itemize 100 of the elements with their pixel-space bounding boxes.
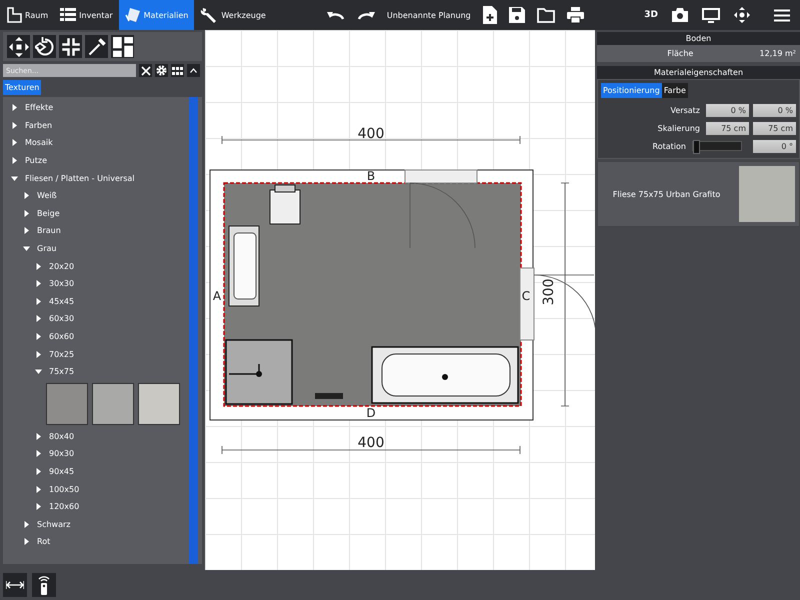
save-icon[interactable] [508, 7, 525, 23]
tile-texture-swatch[interactable] [92, 382, 134, 424]
caret-icon[interactable] [35, 315, 42, 322]
caret-icon[interactable] [35, 503, 42, 510]
caret-up-icon [190, 68, 197, 73]
caret-icon[interactable] [11, 174, 18, 182]
caret-icon[interactable] [35, 468, 42, 475]
tile-texture-swatch[interactable] [46, 382, 88, 424]
clear-search-button[interactable] [139, 64, 152, 77]
tree-item[interactable]: 75x75 [49, 367, 74, 376]
tree-item[interactable]: 30x30 [49, 279, 74, 288]
wall-label: D [366, 406, 376, 420]
tree-item[interactable]: 100x50 [49, 484, 80, 494]
main-tab[interactable]: Inventar [54, 0, 119, 30]
dimension-label: 400 [358, 126, 384, 142]
area-label: Fläche [666, 49, 694, 58]
property-tab[interactable]: Positionierung [601, 83, 662, 98]
material-swatch [739, 166, 795, 222]
eyedropper-tool-button[interactable] [85, 35, 108, 58]
texture-tab[interactable]: Texturen [3, 80, 42, 95]
shrink-tool-button[interactable] [59, 35, 82, 58]
caret-icon[interactable] [11, 104, 18, 112]
tree-item[interactable]: Farben [25, 120, 52, 130]
caret-icon[interactable] [23, 192, 30, 200]
tree-item[interactable]: Grau [37, 244, 56, 254]
drawing-canvas[interactable]: 400 400 300 A B C D [205, 30, 595, 570]
tile-texture-swatch[interactable] [138, 382, 180, 424]
caret-icon[interactable] [35, 262, 42, 270]
tree-item[interactable]: 20x20 [49, 262, 74, 271]
tree-item[interactable]: 45x45 [49, 296, 74, 306]
redo-icon[interactable] [356, 9, 375, 21]
caret-icon[interactable] [23, 210, 30, 217]
main-tab[interactable]: Raum [0, 0, 54, 30]
layout-tool-button[interactable] [111, 35, 134, 58]
tree-item[interactable]: Rot [37, 537, 50, 546]
tree-item[interactable]: 80x40 [49, 432, 74, 441]
caret-icon[interactable] [23, 520, 30, 528]
tree-item[interactable]: Weiß [37, 191, 57, 200]
tree-item[interactable]: 60x60 [49, 332, 74, 342]
caret-icon[interactable] [35, 432, 42, 440]
value-field[interactable]: 75 cm [753, 122, 796, 134]
list-icon [60, 8, 76, 22]
tree-item[interactable]: 60x30 [49, 314, 74, 324]
print-icon[interactable] [566, 7, 584, 23]
value-field[interactable]: 75 cm [706, 122, 749, 134]
caret-icon[interactable] [23, 227, 30, 234]
caret-icon[interactable] [35, 350, 42, 358]
tree-item[interactable]: 70x25 [49, 350, 74, 359]
caret-icon[interactable] [11, 139, 18, 146]
move-tool-button[interactable] [7, 35, 30, 58]
value-field[interactable]: 0 % [753, 104, 796, 116]
caret-icon[interactable] [35, 333, 42, 340]
caret-icon[interactable] [35, 486, 42, 493]
grid-view-button[interactable] [171, 64, 184, 77]
caret-icon[interactable] [35, 450, 42, 458]
camera-icon[interactable] [672, 8, 688, 22]
tree-item[interactable]: Fliesen / Platten - Universal [25, 174, 134, 183]
measure-button[interactable] [3, 573, 27, 597]
new-document-icon[interactable] [482, 6, 497, 24]
tree-item[interactable]: 120x60 [49, 502, 80, 512]
tiles-icon [124, 7, 141, 23]
property-label: Versatz [670, 106, 700, 114]
remote-button[interactable] [32, 573, 56, 597]
collapse-button[interactable] [187, 64, 200, 77]
value-field[interactable]: 0 % [706, 104, 749, 116]
tree-item[interactable]: 90x30 [49, 449, 74, 458]
tree-item[interactable]: Schwarz [37, 520, 70, 529]
rotation-slider[interactable] [692, 141, 742, 151]
tree-item[interactable]: Mosaik [25, 138, 53, 148]
caret-icon[interactable] [35, 280, 42, 288]
caret-icon[interactable] [11, 122, 18, 129]
dimension-label: 400 [358, 435, 384, 451]
caret-icon[interactable] [23, 245, 30, 252]
tree-item[interactable]: Putze [25, 156, 48, 166]
menu-icon[interactable] [774, 8, 790, 22]
slider-thumb[interactable] [693, 140, 700, 154]
main-tab[interactable]: Materialien [118, 0, 194, 30]
tree-item[interactable]: Effekte [25, 103, 54, 112]
scrollbar[interactable] [189, 97, 198, 564]
caret-icon[interactable] [35, 298, 42, 305]
monitor-icon[interactable] [702, 8, 720, 22]
settings-button[interactable] [155, 64, 168, 77]
tree-item[interactable]: Beige [37, 208, 60, 218]
project-title-button[interactable]: Unbenannte Planung [386, 6, 471, 24]
property-tab[interactable]: Farbe [662, 83, 688, 98]
tree-item[interactable]: Braun [37, 226, 61, 236]
undo-icon[interactable] [326, 9, 345, 21]
folder-icon[interactable] [536, 8, 555, 22]
tree-item[interactable]: 90x45 [49, 466, 74, 476]
caret-icon[interactable] [23, 538, 30, 546]
move-arrows-icon[interactable] [734, 7, 750, 23]
dimension-label: 300 [541, 278, 557, 306]
value-field[interactable]: 0 ° [753, 140, 796, 152]
remote-control-icon [37, 575, 51, 595]
3d-view-button[interactable]: 3D [644, 10, 658, 20]
caret-icon[interactable] [35, 368, 42, 376]
rotate-tool-button[interactable] [33, 35, 56, 58]
caret-icon[interactable] [11, 157, 18, 164]
section-header: Materialeigenschaften [597, 66, 800, 79]
main-tab[interactable]: Werkzeuge [194, 0, 272, 30]
